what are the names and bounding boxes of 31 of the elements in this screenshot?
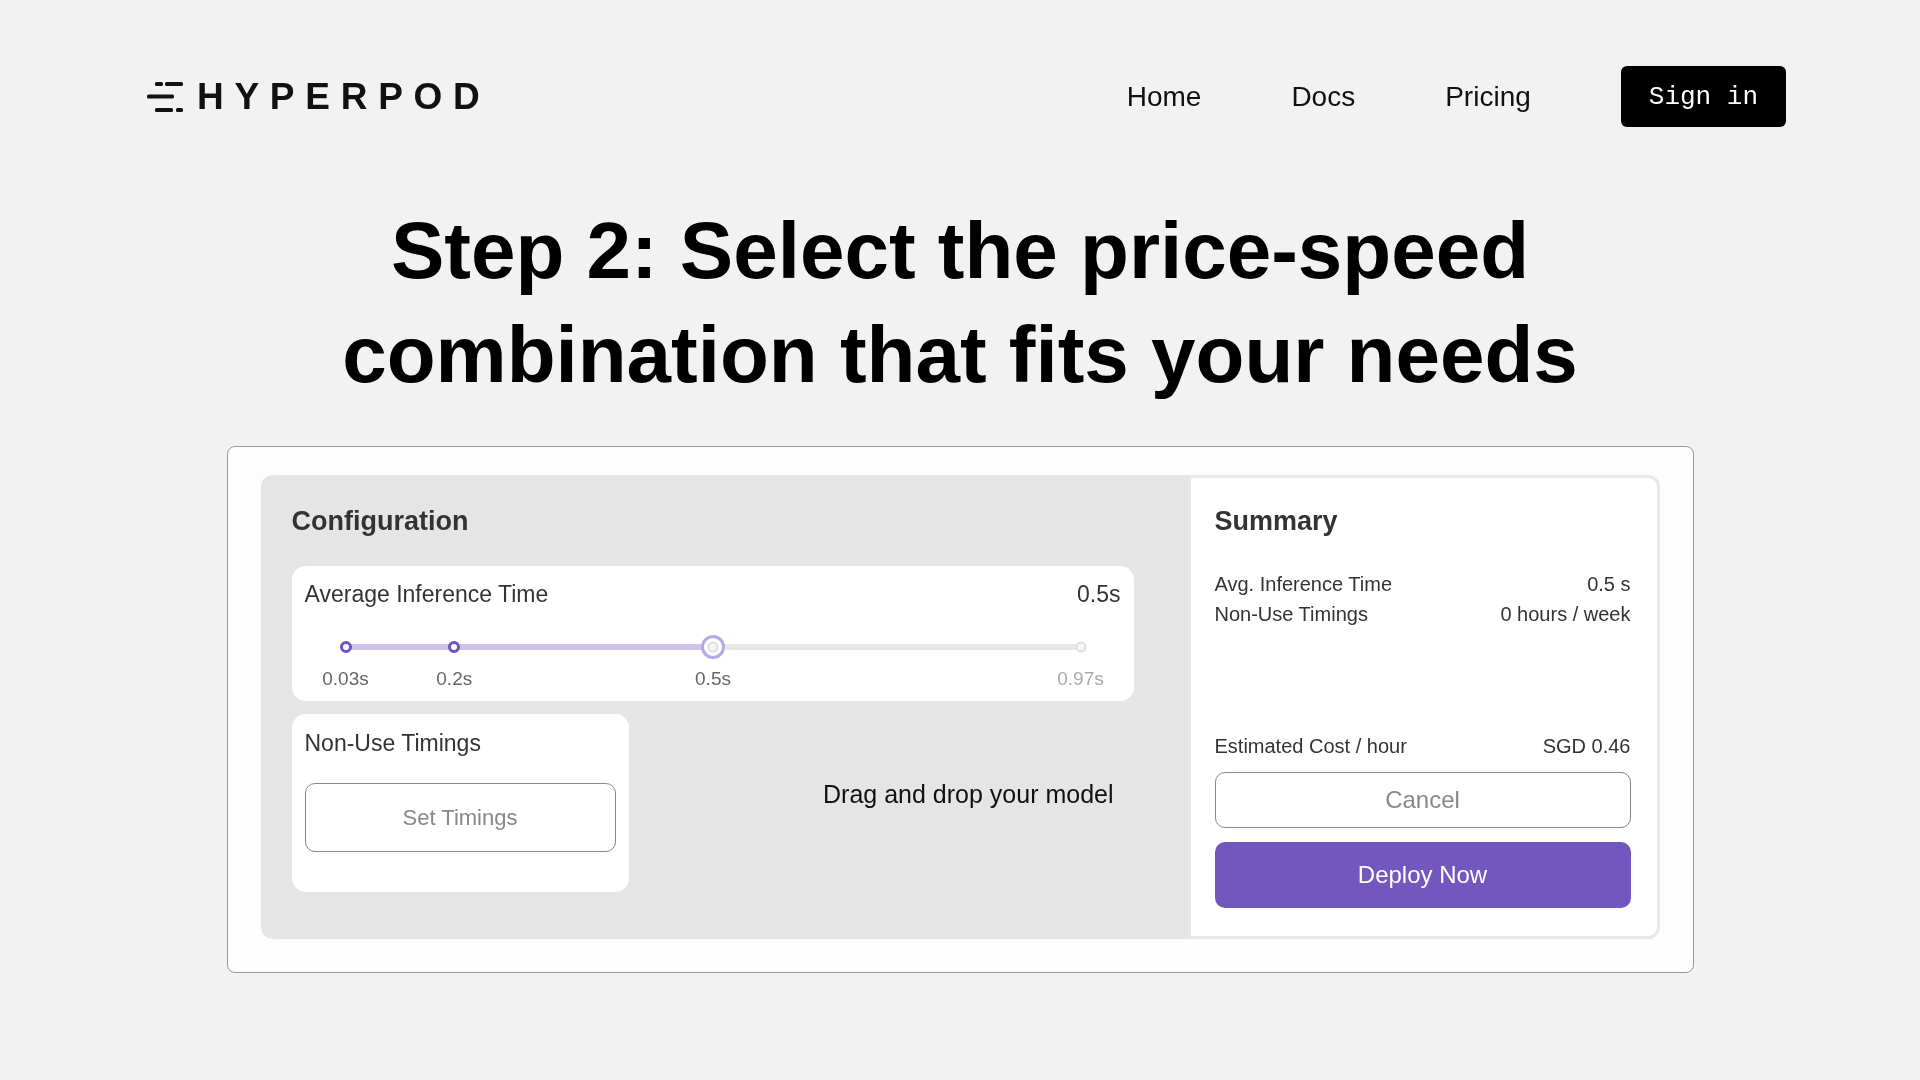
outlined-button[interactable]: Cancel (1214, 772, 1631, 828)
field-label: Average Inference Time (304, 580, 549, 608)
tick-label: 0.97s (1057, 668, 1104, 690)
tick-label: 0.5s (695, 668, 731, 690)
summary-value: 0.5 s (1587, 572, 1631, 597)
logo-wordmark[interactable]: HYPERPOD (197, 76, 491, 117)
summary-label: Avg. Inference Time (1214, 572, 1392, 597)
panel-title: Configuration (291, 505, 470, 537)
slider-stop-icon (448, 641, 461, 653)
cost-label: Estimated Cost / hour (1214, 734, 1407, 759)
summary-value: 0 hours / week (1500, 602, 1631, 627)
tick-label: 0.03s (322, 668, 369, 690)
slider-stop-icon (707, 641, 719, 653)
nav-link[interactable]: Pricing (1445, 79, 1531, 114)
slider-stop-icon (1075, 641, 1086, 653)
cost-value: SGD 0.46 (1542, 734, 1631, 759)
nav-link[interactable]: Docs (1291, 79, 1356, 114)
field-label: Non-Use Timings (304, 729, 482, 757)
page-headline: Step 2: Select the price-speed combination that fits your needs (341, 205, 1579, 401)
summary-label: Non-Use Timings (1214, 602, 1368, 627)
nav-link[interactable]: Home (1126, 79, 1202, 114)
slider-stop-icon (339, 641, 352, 653)
field-value: 0.5s (1077, 580, 1121, 608)
sign-in-button[interactable]: Sign in (1620, 66, 1786, 127)
panel-title: Summary (1214, 505, 1339, 537)
set-timings-button[interactable]: Set Timings (304, 783, 616, 852)
speed-lines-icon (147, 81, 183, 112)
slider-thumb[interactable] (701, 635, 725, 659)
tick-label: 0.2s (436, 668, 473, 690)
drop-hint: Drag and drop your model (823, 779, 1114, 809)
filled-button[interactable]: Deploy Now (1214, 842, 1631, 908)
